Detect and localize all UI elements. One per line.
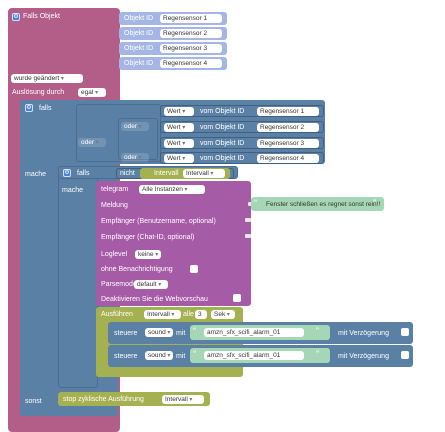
sound-dropdown[interactable]: sound — [145, 351, 173, 360]
wert-dropdown[interactable]: Wert — [164, 123, 194, 132]
parsemode-label: Parsemode — [101, 281, 137, 288]
wert-dropdown[interactable]: Wert — [164, 107, 194, 116]
objekt-id-label: Objekt ID — [124, 45, 154, 52]
quote-close-icon: ” — [316, 349, 319, 359]
gear-icon[interactable]: ⚙ — [63, 169, 71, 177]
wert-dropdown[interactable]: Wert — [164, 139, 194, 148]
gear-icon[interactable]: ⚙ — [25, 104, 33, 112]
vom-objekt-label: vom Objekt ID — [200, 155, 245, 162]
webvorschau-checkbox[interactable] — [233, 294, 241, 302]
mit-label: mit — [176, 330, 186, 337]
quote-close-icon: ” — [373, 198, 376, 208]
vom-objekt-label: vom Objekt ID — [200, 108, 245, 115]
or-dropdown-2[interactable]: oder — [78, 138, 106, 147]
webvorschau-label: Deaktivieren Sie die Webvorschau — [101, 296, 208, 303]
quote-open-icon: “ — [254, 198, 257, 208]
empfaenger-benutzer-label: Empfänger (Benutzername, optional) — [101, 218, 216, 225]
stop-interval-dropdown[interactable]: Intervall — [162, 395, 204, 404]
objekt-id-label: Objekt ID — [124, 60, 154, 67]
trigger-title: Falls Objekt — [23, 13, 60, 20]
if-falls-label: falls — [39, 105, 52, 112]
trigger-type-dropdown[interactable]: wurde geändert — [11, 74, 83, 83]
inner-mache-label: mache — [62, 187, 84, 194]
stop-interval-label: stop zyklische Ausführung — [63, 396, 144, 403]
parsemode-dropdown[interactable]: default — [134, 280, 168, 289]
meldung-label: Meldung — [101, 202, 128, 209]
condition-sensor-1[interactable]: Regensensor 1 — [257, 107, 319, 116]
delay-label: mit Verzögerung — [338, 353, 389, 360]
interval-var-dropdown[interactable]: Intervall — [144, 310, 181, 319]
empfaenger-chat-socket[interactable] — [245, 234, 251, 238]
ohne-benachrichtigung-checkbox[interactable] — [190, 265, 198, 273]
intervall-label: Intervall — [154, 170, 179, 177]
vom-objekt-label: vom Objekt ID — [200, 124, 245, 131]
condition-sensor-4[interactable]: Regensensor 4 — [257, 154, 319, 163]
inner-if-block[interactable] — [58, 166, 98, 388]
interval-count-field[interactable]: 3 — [195, 310, 207, 319]
condition-sensor-2[interactable]: Regensensor 2 — [257, 123, 319, 132]
delay-checkbox[interactable] — [401, 351, 409, 359]
wert-dropdown[interactable]: Wert — [164, 154, 194, 163]
telegram-title: telegram — [101, 186, 129, 193]
meldung-text[interactable]: Fenster schließen es regnet sonst rein!! — [266, 200, 380, 209]
loglevel-dropdown[interactable]: keine — [135, 250, 161, 259]
interval-unit-dropdown[interactable]: Sek — [211, 310, 235, 319]
steuere-label: steuere — [114, 353, 138, 360]
not-label: nicht — [120, 170, 135, 177]
if-mache-label: mache — [25, 171, 47, 178]
sensor-field-1[interactable]: Regensensor 1 — [160, 14, 222, 23]
quote-open-icon: “ — [193, 349, 196, 359]
sound-dropdown[interactable]: sound — [145, 328, 173, 337]
or-dropdown-1[interactable]: oder — [121, 122, 149, 131]
delay-checkbox[interactable] — [401, 328, 409, 336]
objekt-id-label: Objekt ID — [124, 15, 154, 22]
instances-dropdown[interactable]: Alle Instanzen — [139, 185, 205, 194]
ohne-benachrichtigung-label: ohne Benachrichtigung — [101, 266, 173, 273]
sound-value-field[interactable]: amzn_sfx_scifi_alarm_01 — [204, 351, 304, 360]
or-dropdown-3[interactable]: oder — [121, 153, 149, 162]
sensor-field-4[interactable]: Regensensor 4 — [160, 59, 222, 68]
empfaenger-chat-label: Empfänger (Chat-ID, optional) — [101, 234, 195, 241]
sensor-field-3[interactable]: Regensensor 3 — [160, 44, 222, 53]
ausloesung-label: Auslösung durch — [12, 89, 65, 96]
vom-objekt-label: vom Objekt ID — [200, 140, 245, 147]
intervall-dropdown[interactable]: Intervall — [183, 169, 225, 178]
empfaenger-benutzer-socket[interactable] — [245, 218, 251, 222]
sensor-field-2[interactable]: Regensensor 2 — [160, 29, 222, 38]
condition-sensor-3[interactable]: Regensensor 3 — [257, 139, 319, 148]
quote-close-icon: ” — [316, 326, 319, 336]
inner-falls-label: falls — [77, 170, 90, 177]
mit-label: mit — [176, 353, 186, 360]
ausloesung-dropdown[interactable]: egal — [78, 88, 106, 97]
delay-label: mit Verzögerung — [338, 330, 389, 337]
objekt-id-label: Objekt ID — [124, 30, 154, 37]
steuere-label: steuere — [114, 330, 138, 337]
alle-label: alle — [183, 311, 194, 318]
ausfuehren-label: Ausführen — [101, 311, 133, 318]
interval-block-body — [96, 319, 106, 377]
gear-icon[interactable]: ⚙ — [12, 13, 20, 21]
quote-open-icon: “ — [193, 326, 196, 336]
loglevel-label: Loglevel — [101, 251, 128, 258]
sound-value-field[interactable]: amzn_sfx_scifi_alarm_01 — [204, 328, 304, 337]
sonst-label: sonst — [25, 398, 42, 405]
